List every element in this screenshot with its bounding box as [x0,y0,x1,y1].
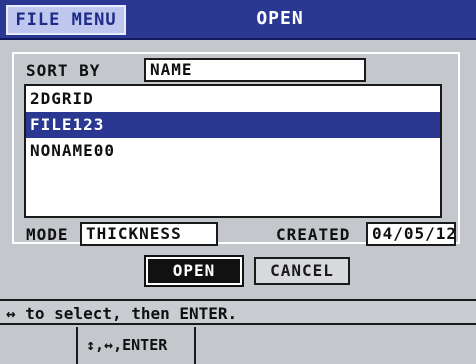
file-list[interactable]: 2DGRID FILE123 NONAME00 [24,84,442,218]
created-label: CREATED [276,225,351,244]
file-list-item-2dgrid[interactable]: 2DGRID [26,86,440,112]
open-button[interactable]: OPEN [144,255,244,287]
cancel-button[interactable]: CANCEL [254,257,350,285]
key-help-bar: ↕,↔,ENTER [0,327,476,364]
sort-by-label: SORT BY [26,61,101,80]
file-list-item-file123[interactable]: FILE123 [26,112,440,138]
title-bar: FILE MENU OPEN [0,0,476,40]
page-title: OPEN [256,8,304,29]
created-field: 04/05/12 [366,222,456,246]
sort-by-field[interactable]: NAME [144,58,366,82]
help-hint: ↔ to select, then ENTER. [0,299,476,325]
file-list-item-noname00[interactable]: NONAME00 [26,138,440,164]
key-help-text: ↕,↔,ENTER [76,327,196,364]
file-menu-tab[interactable]: FILE MENU [6,5,126,35]
mode-field: THICKNESS [80,222,218,246]
mode-label: MODE [26,225,69,244]
